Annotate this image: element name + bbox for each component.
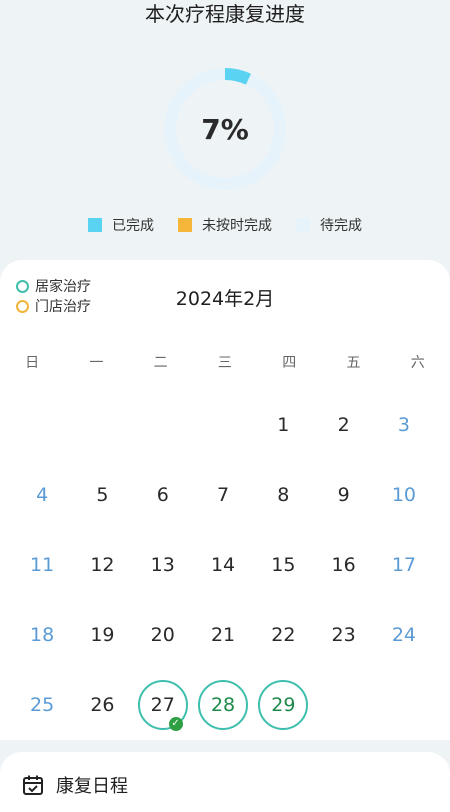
calendar-day[interactable]: 14	[193, 530, 253, 600]
progress-ring: 7%	[160, 64, 290, 194]
calendar-day[interactable]: 12	[72, 530, 132, 600]
calendar-day[interactable]: 3	[374, 390, 434, 460]
calendar-day[interactable]: 1	[253, 390, 313, 460]
calendar-day[interactable]: 9	[313, 460, 373, 530]
legend-swatch-pending	[296, 218, 310, 232]
calendar-day[interactable]: 4	[12, 460, 72, 530]
weekday-label: 日	[25, 355, 40, 371]
legend-label-pending: 待完成	[320, 218, 362, 234]
calendar-day-number: 20	[150, 624, 175, 646]
calendar-check-icon	[23, 775, 43, 795]
schedule-card: 康复日程	[0, 752, 450, 812]
legend-label-late: 未按时完成	[202, 218, 272, 234]
calendar-day[interactable]: 29	[253, 670, 313, 740]
calendar-day-number: 24	[391, 624, 417, 646]
calendar-day-number: 23	[331, 624, 356, 646]
legend-late: 未按时完成	[178, 215, 272, 235]
calendar-day-number: 21	[210, 624, 236, 646]
calendar-day[interactable]: 20	[133, 600, 193, 670]
legend-pending: 待完成	[296, 215, 362, 235]
calendar-day-number: 11	[30, 554, 55, 576]
calendar-day[interactable]: 19	[72, 600, 132, 670]
calendar-day-number: 16	[331, 554, 356, 576]
calendar-day-number: 19	[90, 624, 115, 646]
calendar-day-number: 28	[198, 680, 249, 730]
calendar-day-number: 9	[337, 484, 350, 506]
calendar-day[interactable]: 27 ✓	[133, 670, 193, 740]
calendar-day-number: 12	[90, 554, 115, 576]
calendar-day-number: 4	[36, 484, 49, 506]
calendar-day-number: 22	[271, 624, 296, 646]
month-title: 2024年2月	[175, 288, 275, 310]
calendar-day[interactable]: 11	[12, 530, 72, 600]
calendar-day[interactable]: 25	[12, 670, 72, 740]
calendar-day-number: 17	[391, 554, 417, 576]
schedule-header[interactable]: 康复日程	[22, 772, 128, 798]
calendar-day[interactable]: 2	[313, 390, 373, 460]
calendar-empty-cell	[12, 390, 72, 460]
calendar-day-number: 10	[391, 484, 417, 506]
calendar-day[interactable]: 6	[133, 460, 193, 530]
calendar-day[interactable]: 7	[193, 460, 253, 530]
weekday-label: 三	[217, 355, 232, 371]
calendar-day-number: 13	[150, 554, 175, 576]
weekday-label: 一	[89, 355, 104, 371]
calendar-card: 居家治疗 门店治疗 2024年2月 日一二三四五六 1 2 3 4 5 6 7 8 9 10 11 1…	[0, 260, 450, 740]
calendar-day[interactable]: 13	[133, 530, 193, 600]
calendar-day-number: 6	[156, 484, 169, 506]
calendar-day[interactable]: 26	[72, 670, 132, 740]
schedule-title: 康复日程	[56, 776, 128, 797]
weekday-header: 日一二三四五六	[0, 352, 450, 372]
calendar-day-number: 3	[397, 414, 410, 436]
progress-percent: 7%	[201, 112, 249, 146]
calendar-day[interactable]: 24	[374, 600, 434, 670]
calendar-day-number: 15	[271, 554, 296, 576]
calendar-day[interactable]: 15	[253, 530, 313, 600]
calendar-day[interactable]: 16	[313, 530, 373, 600]
calendar-day-number: 8	[277, 484, 290, 506]
completed-check-icon: ✓	[168, 717, 183, 731]
calendar-day[interactable]: 22	[253, 600, 313, 670]
calendar-day-number: 29	[258, 680, 309, 730]
weekday-label: 二	[153, 355, 168, 371]
legend-swatch-late	[178, 218, 192, 232]
legend-completed: 已完成	[88, 215, 154, 235]
calendar-day-number: 25	[30, 694, 55, 716]
calendar-day-number: 26	[90, 694, 115, 716]
legend-swatch-completed	[88, 218, 102, 232]
calendar-day-number: 2	[337, 414, 350, 436]
calendar-day[interactable]: 18	[12, 600, 72, 670]
calendar-grid: 1 2 3 4 5 6 7 8 9 10 11 12 13 14 15 16 17 18 19 20 21 22 23 24 2…	[0, 390, 450, 740]
calendar-empty-cell	[193, 390, 253, 460]
calendar-day[interactable]: 28	[193, 670, 253, 740]
calendar-day-number: 7	[216, 484, 230, 506]
calendar-day-number: 18	[30, 624, 55, 646]
calendar-day[interactable]: 8	[253, 460, 313, 530]
calendar-day-number: 1	[277, 414, 290, 436]
calendar-day[interactable]: 17	[374, 530, 434, 600]
legend-label-completed: 已完成	[112, 218, 154, 234]
calendar-day-number: 14	[210, 554, 236, 576]
calendar-empty-cell	[72, 390, 132, 460]
calendar-day[interactable]: 23	[313, 600, 373, 670]
calendar-day[interactable]: 21	[193, 600, 253, 670]
calendar-day[interactable]: 5	[72, 460, 132, 530]
progress-legend: 已完成 未按时完成 待完成	[0, 215, 450, 235]
calendar-day-number: 5	[96, 484, 109, 506]
weekday-label: 四	[282, 355, 297, 371]
calendar-empty-cell	[133, 390, 193, 460]
weekday-label: 六	[410, 355, 425, 371]
progress-title: 本次疗程康复进度	[145, 2, 305, 26]
calendar-day[interactable]: 10	[374, 460, 434, 530]
weekday-label: 五	[346, 355, 361, 371]
